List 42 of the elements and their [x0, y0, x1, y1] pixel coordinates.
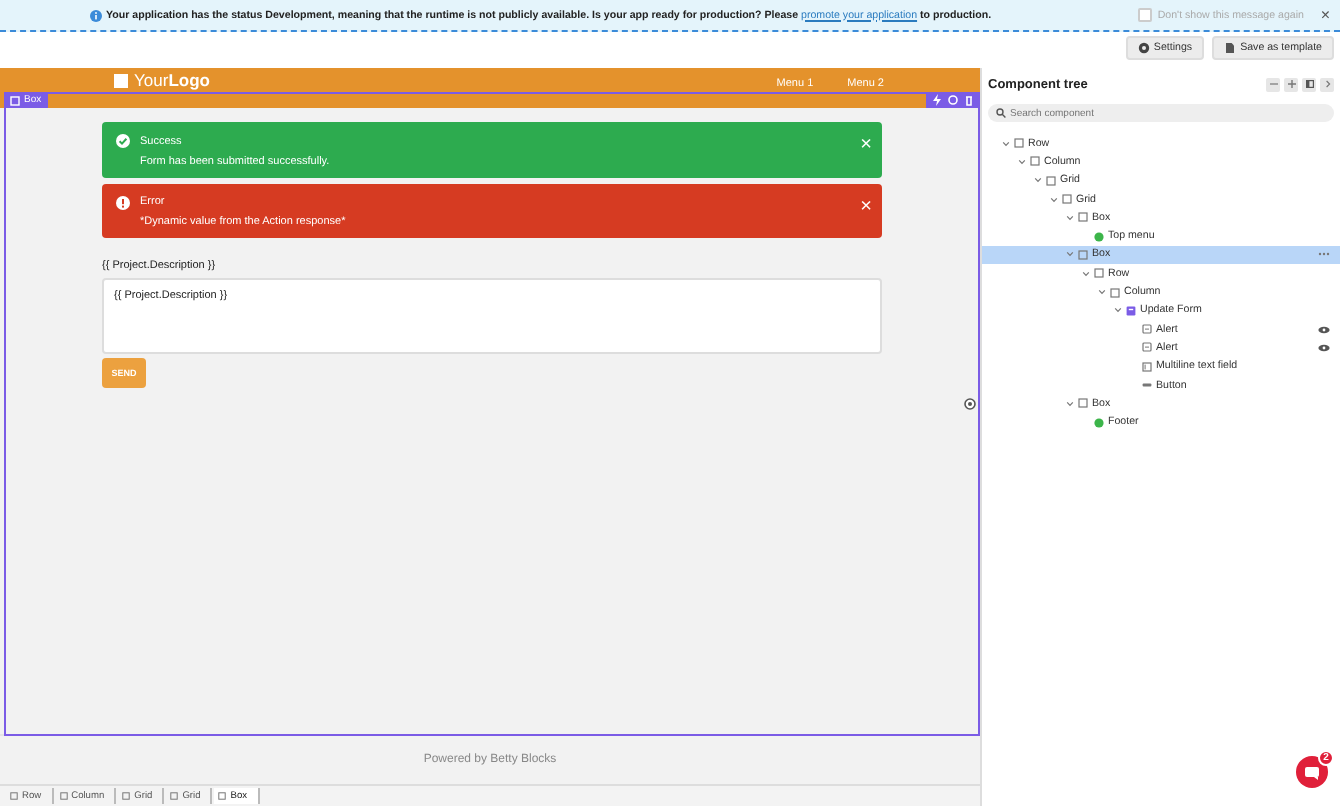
- info-icon: [90, 9, 102, 21]
- dot-icon: [1094, 417, 1104, 428]
- alert-box-icon: [1142, 342, 1152, 353]
- close-button[interactable]: ×: [1320, 7, 1330, 23]
- text-field-icon: [1142, 361, 1152, 372]
- gear-icon: [1137, 42, 1150, 54]
- panel-icon[interactable]: [1305, 80, 1313, 88]
- square-icon: [1078, 398, 1088, 409]
- square-icon: [59, 792, 68, 800]
- square-icon: [1014, 138, 1024, 149]
- form-icon: [1126, 305, 1136, 316]
- square-icon: [10, 792, 18, 800]
- square-icon: [170, 792, 179, 800]
- square-icon: [1030, 156, 1040, 167]
- alert-box-icon: [1142, 324, 1152, 335]
- chevron-right-icon[interactable]: [1323, 80, 1331, 88]
- square-icon: [1078, 212, 1088, 223]
- document-icon: [1224, 42, 1237, 54]
- logo-text: YourLogo: [134, 72, 210, 90]
- plus-icon[interactable]: [1287, 80, 1295, 88]
- lightning-icon[interactable]: [932, 94, 942, 106]
- eye-icon[interactable]: [1318, 343, 1330, 352]
- close-button[interactable]: ×: [860, 197, 872, 217]
- square-icon: [1110, 287, 1120, 298]
- check-circle-icon: [116, 134, 130, 148]
- dot-icon: [1094, 231, 1104, 242]
- eye-icon[interactable]: [1318, 325, 1330, 334]
- box-icon: [10, 95, 20, 105]
- square-icon: [1046, 175, 1056, 186]
- square-icon: [1078, 249, 1088, 260]
- alert-circle-icon: [116, 195, 130, 209]
- minus-icon[interactable]: [1269, 80, 1277, 88]
- chat-icon: [1304, 765, 1320, 779]
- more-icon[interactable]: [1318, 252, 1330, 257]
- search-icon: [996, 108, 1006, 118]
- handle-icon[interactable]: [964, 398, 976, 410]
- square-icon: [1062, 194, 1072, 205]
- checkbox[interactable]: [1137, 8, 1152, 22]
- square-icon: [218, 792, 227, 800]
- square-icon: [122, 792, 131, 800]
- square-icon: [1094, 268, 1104, 279]
- logo-icon: [114, 74, 128, 88]
